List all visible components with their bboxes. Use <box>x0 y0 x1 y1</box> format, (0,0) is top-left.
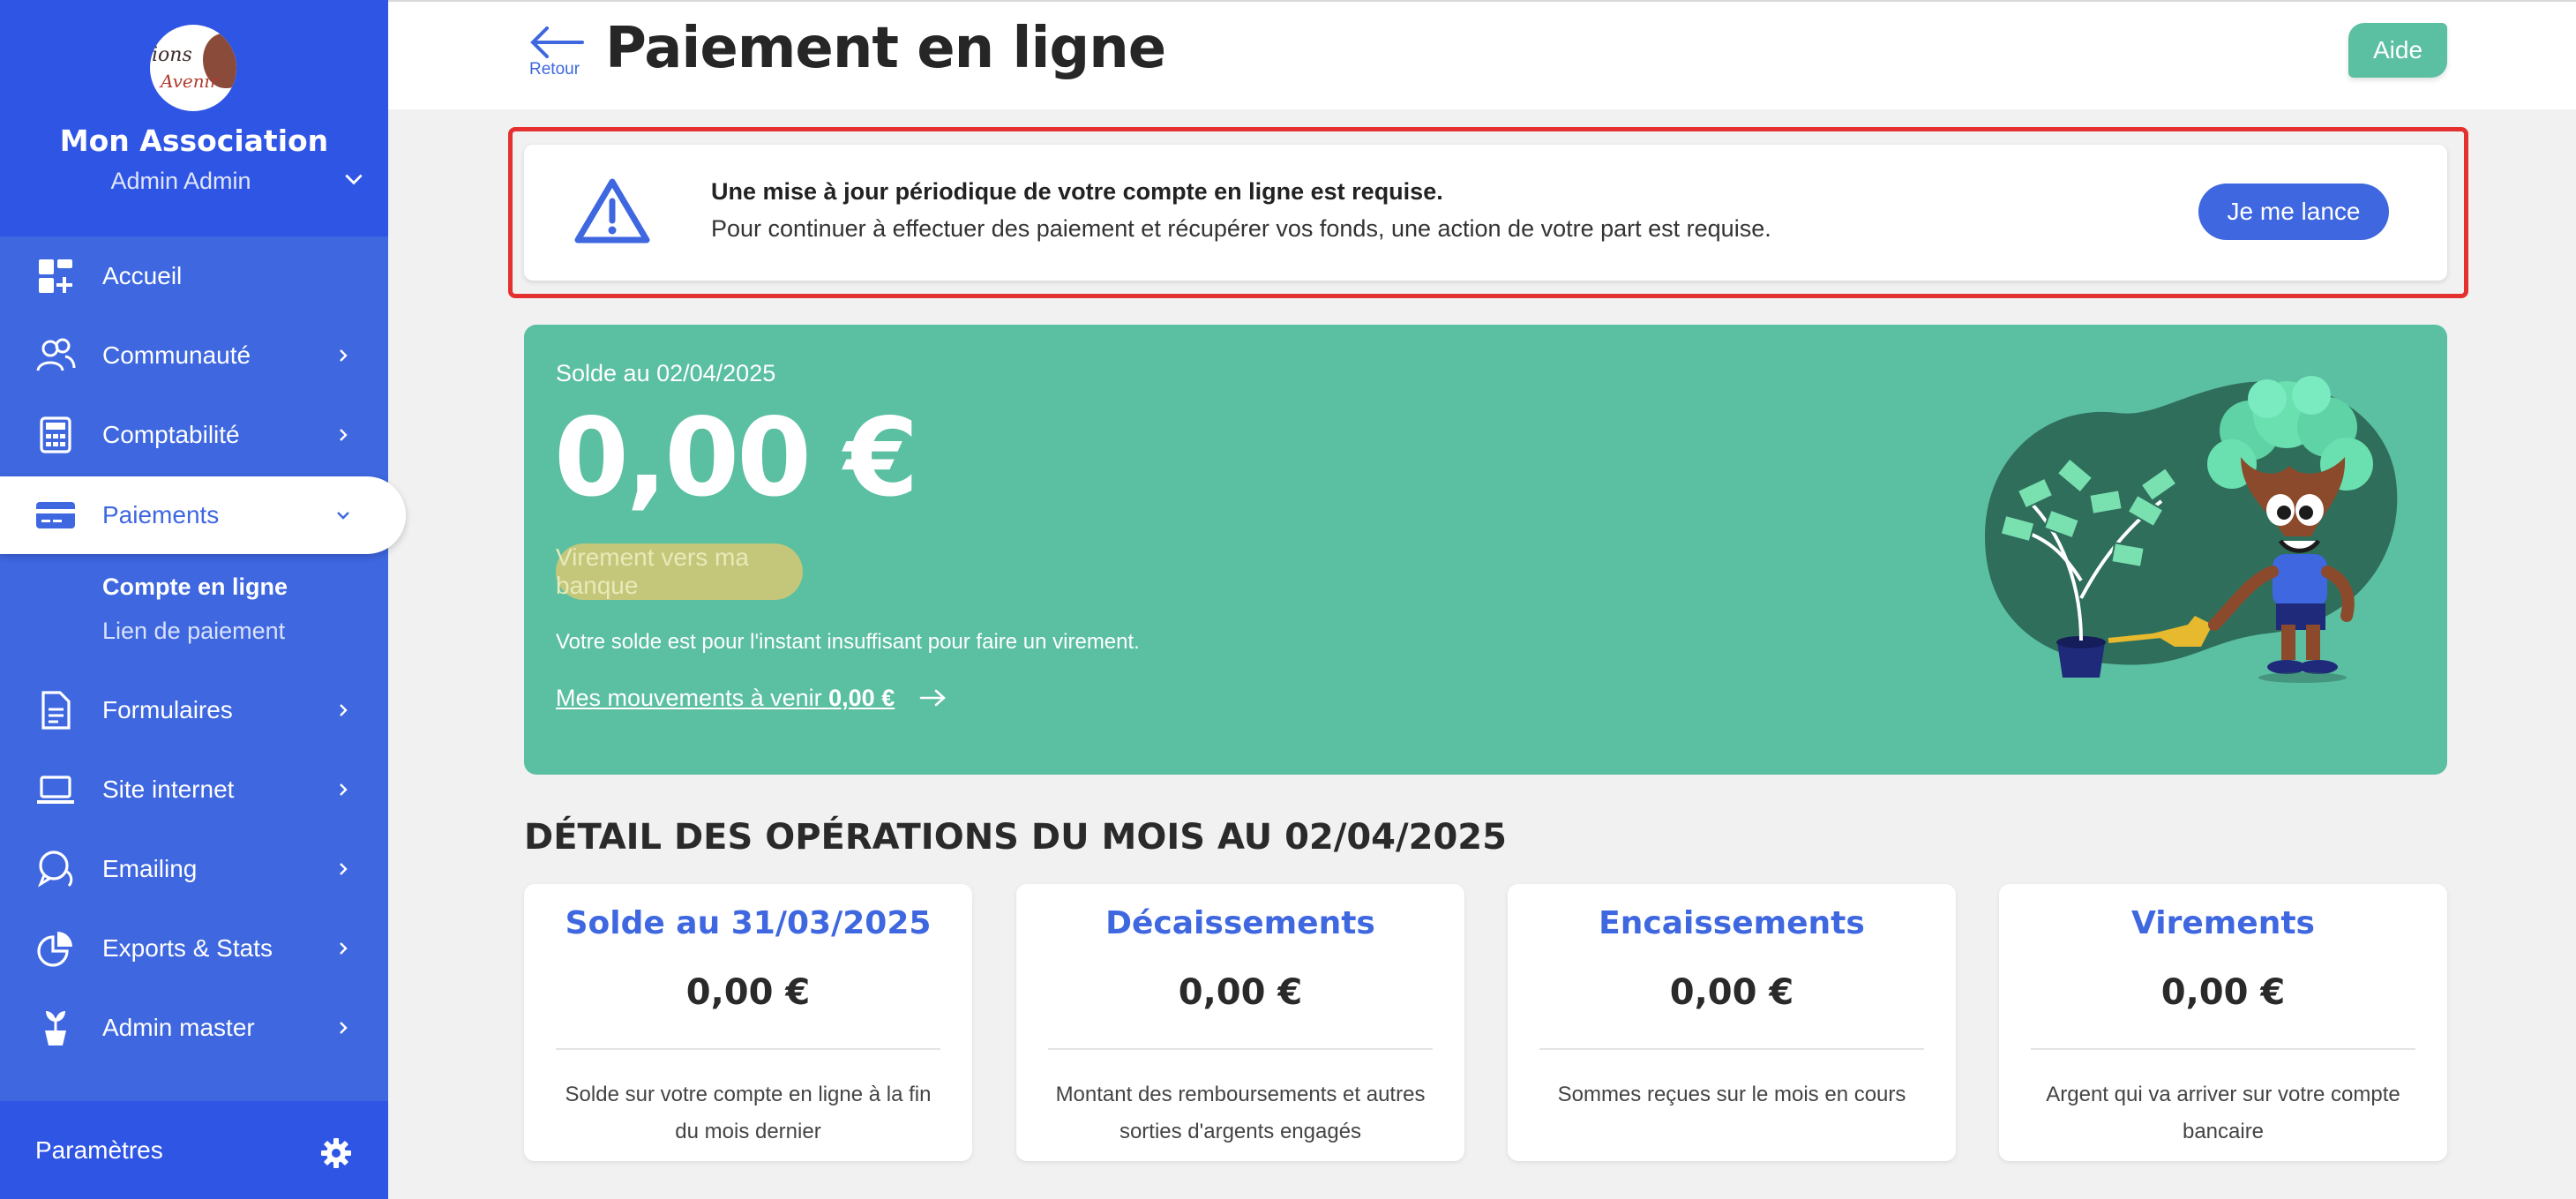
chevron-right-icon <box>340 704 348 716</box>
sidebar-item-comptabilite[interactable]: Comptabilité <box>0 395 388 475</box>
dashboard-icon <box>39 259 72 293</box>
stat-value: 0,00 € <box>2160 972 2286 1013</box>
chevron-right-icon <box>340 863 348 875</box>
stat-title: Virements <box>2131 905 2315 941</box>
divider <box>2031 1048 2415 1050</box>
stat-card-transfers: Virements 0,00 € Argent qui va arriver s… <box>1999 884 2447 1161</box>
sidebar-item-label: Accueil <box>102 262 183 289</box>
sidebar-subitem-lien-de-paiement[interactable]: Lien de paiement <box>102 618 285 645</box>
stat-value: 0,00 € <box>1669 972 1794 1013</box>
divider <box>1539 1048 1924 1050</box>
stat-card-disbursements: Décaissements 0,00 € Montant des rembour… <box>1016 884 1464 1161</box>
back-label[interactable]: Retour <box>529 60 580 79</box>
start-button[interactable]: Je me lance <box>2198 184 2389 240</box>
chevron-right-icon <box>340 349 348 362</box>
stat-title: Encaissements <box>1599 905 1865 941</box>
sidebar-item-emailing[interactable]: Emailing <box>0 829 388 909</box>
balance-card: Solde au 02/04/2025 0,00 € Virement vers… <box>524 325 2447 775</box>
sidebar-header: ions Avenir Mon Association Admin Admin <box>0 0 388 236</box>
stat-description: Sommes reçues sur le mois en cours <box>1557 1083 1906 1106</box>
stat-description: Argent qui va arriver sur votre compte b… <box>2046 1083 2400 1143</box>
sidebar-item-admin-master[interactable]: Admin master <box>0 988 388 1068</box>
sidebar-item-label: Formulaires <box>102 696 233 723</box>
users-icon <box>36 338 76 371</box>
stat-description: Solde sur votre compte en ligne à la fin… <box>565 1083 932 1143</box>
organization-name: Mon Association <box>59 124 329 158</box>
sidebar-item-formulaires[interactable]: Formulaires <box>0 671 388 750</box>
alert-title: Une mise à jour périodique de votre comp… <box>711 178 1443 205</box>
stat-card-previous-balance: Solde au 31/03/2025 0,00 € Solde sur vot… <box>524 884 972 1161</box>
chat-icon <box>37 851 73 888</box>
section-title: DÉTAIL DES OPÉRATIONS DU MOIS AU 02/04/2… <box>524 817 1507 858</box>
settings-label[interactable]: Paramètres <box>35 1136 163 1165</box>
bank-transfer-button[interactable]: Virement vers ma banque <box>556 543 803 600</box>
alert-text: Pour continuer à effectuer des paiement … <box>711 215 1771 242</box>
chevron-right-icon <box>340 783 348 796</box>
page-title: Paiement en ligne <box>605 16 1166 81</box>
balance-date: Solde au 02/04/2025 <box>556 360 776 386</box>
update-required-alert: Une mise à jour périodique de votre comp… <box>524 145 2447 281</box>
sidebar-item-label: Site internet <box>102 776 235 803</box>
chevron-right-icon <box>340 429 348 441</box>
stat-title: Solde au 31/03/2025 <box>565 905 932 941</box>
sidebar-item-label: Communauté <box>102 341 251 369</box>
gear-icon[interactable] <box>319 1136 353 1170</box>
stat-value: 0,00 € <box>1178 972 1303 1013</box>
chevron-right-icon <box>340 942 348 955</box>
calculator-icon <box>40 416 71 453</box>
sidebar-item-exports-stats[interactable]: Exports & Stats <box>0 909 388 988</box>
laptop-icon <box>37 776 74 804</box>
upcoming-movements-link[interactable]: Mes mouvements à venir 0,00 € <box>556 685 895 712</box>
sidebar-item-label: Exports & Stats <box>102 934 273 962</box>
sidebar-footer: Paramètres <box>0 1101 388 1199</box>
help-button[interactable]: Aide <box>2348 23 2447 78</box>
arrow-right-icon[interactable] <box>919 688 947 708</box>
sidebar-item-label: Comptabilité <box>102 421 240 448</box>
stat-value: 0,00 € <box>685 972 811 1013</box>
credit-card-icon <box>36 502 75 528</box>
sidebar: ions Avenir Mon Association Admin Admin … <box>0 0 406 1199</box>
user-name[interactable]: Admin Admin <box>0 168 362 195</box>
stat-card-receipts: Encaissements 0,00 € Sommes reçues sur l… <box>1508 884 1956 1161</box>
chevron-down-icon <box>337 512 349 520</box>
plant-icon <box>45 1011 66 1045</box>
stat-title: Décaissements <box>1105 905 1375 941</box>
pie-chart-icon <box>37 932 72 967</box>
sidebar-item-site-internet[interactable]: Site internet <box>0 750 388 829</box>
sidebar-item-label: Admin master <box>102 1014 255 1041</box>
tree-mascot-illustration <box>1985 376 2398 683</box>
organization-logo[interactable]: ions Avenir <box>150 25 236 111</box>
sidebar-item-communaute[interactable]: Communauté <box>0 316 388 395</box>
sidebar-item-label: Emailing <box>102 855 198 882</box>
balance-amount: 0,00 € <box>554 395 918 521</box>
divider <box>556 1048 940 1050</box>
sidebar-subitem-compte-en-ligne[interactable]: Compte en ligne <box>102 573 288 601</box>
chevron-down-icon[interactable] <box>342 168 365 191</box>
document-icon <box>41 691 71 730</box>
balance-note: Votre solde est pour l'instant insuffisa… <box>556 630 1140 654</box>
stat-description: Montant des remboursements et autres sor… <box>1055 1083 1426 1143</box>
top-bar: Retour Paiement en ligne Aide <box>388 0 2576 109</box>
sidebar-item-label: Paiements <box>102 501 220 528</box>
divider <box>1048 1048 1433 1050</box>
sidebar-item-accueil[interactable]: Accueil <box>0 236 388 316</box>
warning-icon <box>574 178 650 244</box>
sidebar-item-paiements[interactable]: Paiements <box>0 476 406 554</box>
chevron-right-icon <box>340 1022 348 1034</box>
